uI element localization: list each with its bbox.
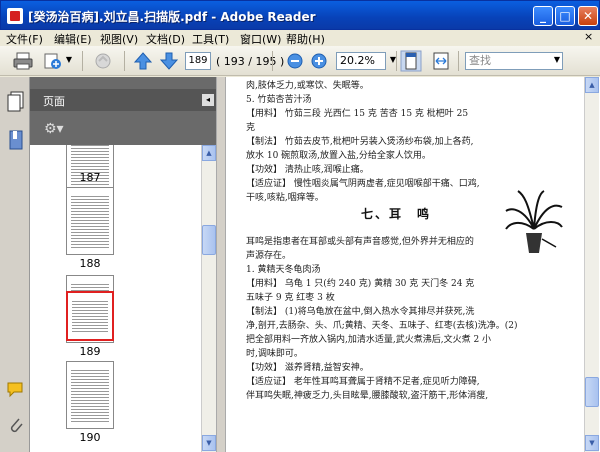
panel-close-button[interactable]: ◂ [202,94,214,106]
search-input[interactable]: 查找 [465,52,563,70]
panel-splitter[interactable] [216,77,226,452]
menu-view[interactable]: 视图(V) [100,31,138,47]
zoom-out-icon[interactable] [284,51,306,71]
hand-tool-icon[interactable] [92,51,114,71]
page-thumbnail-label: 188 [79,257,101,270]
toolbar-separator [124,51,125,71]
page-number-input[interactable]: 189 [185,52,211,70]
pages-icon[interactable] [7,91,25,113]
scroll-down-icon[interactable]: ▼ [585,435,599,451]
toolbar-separator [458,51,459,71]
page-thumbnail-label: 190 [79,431,101,444]
scroll-up-icon[interactable]: ▲ [202,145,216,161]
chevron-down-icon[interactable]: ▼ [62,52,76,70]
selected-page-thumbnail[interactable] [66,291,114,341]
panel-header: 页面 ◂ [30,89,216,111]
menu-window[interactable]: 窗口(W) [240,31,281,47]
document-view: 肉,肢体乏力,或寒饮、失眠等。 5. 竹茹杏苦汁汤 【用料】 竹茹三段 光西仁 … [226,77,600,452]
chevron-down-icon[interactable]: ▼ [386,52,400,70]
scrollbar-thumb[interactable] [202,225,216,255]
menu-file[interactable]: 文件(F) [6,31,43,47]
close-button[interactable]: ✕ [578,6,598,26]
document-scrollbar[interactable]: ▲ ▼ [584,77,599,452]
toolbar: ▼ 189 ( 193 / 195 ) 20.2% ▼ 查找 ▼ [0,46,600,76]
page-thumbnail[interactable] [66,361,114,429]
minimize-button[interactable]: _ [533,6,553,26]
menu-help[interactable]: 帮助(H) [286,31,325,47]
previous-page-icon[interactable] [132,51,154,71]
fit-width-icon[interactable] [430,51,452,71]
bookmarks-icon[interactable] [7,129,25,151]
next-page-icon[interactable] [158,51,180,71]
menu-edit[interactable]: 编辑(E) [54,31,92,47]
thumbnails-area: 187 188 189 190 [30,145,201,452]
page-thumbnail-label: 189 [79,345,101,358]
menu-tools[interactable]: 工具(T) [192,31,229,47]
panel-options-button[interactable]: ⚙▾ [44,121,70,137]
zoom-in-icon[interactable] [308,51,330,71]
pages-panel: 页面 ◂ ⚙▾ 187 188 189 190 ▲ ▼ [30,77,216,452]
scroll-down-icon[interactable]: ▼ [202,435,216,451]
adobe-reader-icon [7,8,23,24]
document-text-top: 肉,肢体乏力,或寒饮、失眠等。 5. 竹茹杏苦汁汤 【用料】 竹茹三段 光西仁 … [246,81,480,203]
comments-icon[interactable] [7,379,25,401]
maximize-button[interactable]: □ [555,6,575,26]
close-document-button[interactable]: × [584,30,593,43]
document-text-bottom: 耳鸣是指患者在耳部或头部有声音感觉,但外界并无相应的 声源存在。 1. 黄精天冬… [246,237,518,401]
toolbar-separator [396,51,397,71]
navigation-strip [0,77,30,452]
attachments-icon[interactable] [7,415,25,437]
menu-bar: 文件(F) 编辑(E) 视图(V) 文档(D) 工具(T) 窗口(W) 帮助(H… [0,30,600,46]
toolbar-separator [272,51,273,71]
page-thumbnail[interactable] [66,187,114,255]
menu-document[interactable]: 文档(D) [146,31,185,47]
page-thumbnail-label: 187 [79,171,101,184]
thumbnails-scrollbar[interactable]: ▲ ▼ [201,145,216,452]
chevron-down-icon[interactable]: ▼ [550,52,564,70]
toolbar-separator [82,51,83,71]
email-icon[interactable] [42,51,64,71]
scroll-up-icon[interactable]: ▲ [585,77,599,93]
scrollbar-thumb[interactable] [585,377,599,407]
zoom-level-input[interactable]: 20.2% [336,52,386,70]
page-total: ( 193 / 195 ) [216,55,285,68]
panel-title: 页面 [43,95,65,108]
print-icon[interactable] [12,51,34,71]
fit-page-icon[interactable] [400,50,422,72]
window-title: [癸汤治百病].刘立昌.扫描版.pdf - Adobe Reader [28,10,316,24]
title-bar: [癸汤治百病].刘立昌.扫描版.pdf - Adobe Reader _ □ ✕ [0,0,600,30]
